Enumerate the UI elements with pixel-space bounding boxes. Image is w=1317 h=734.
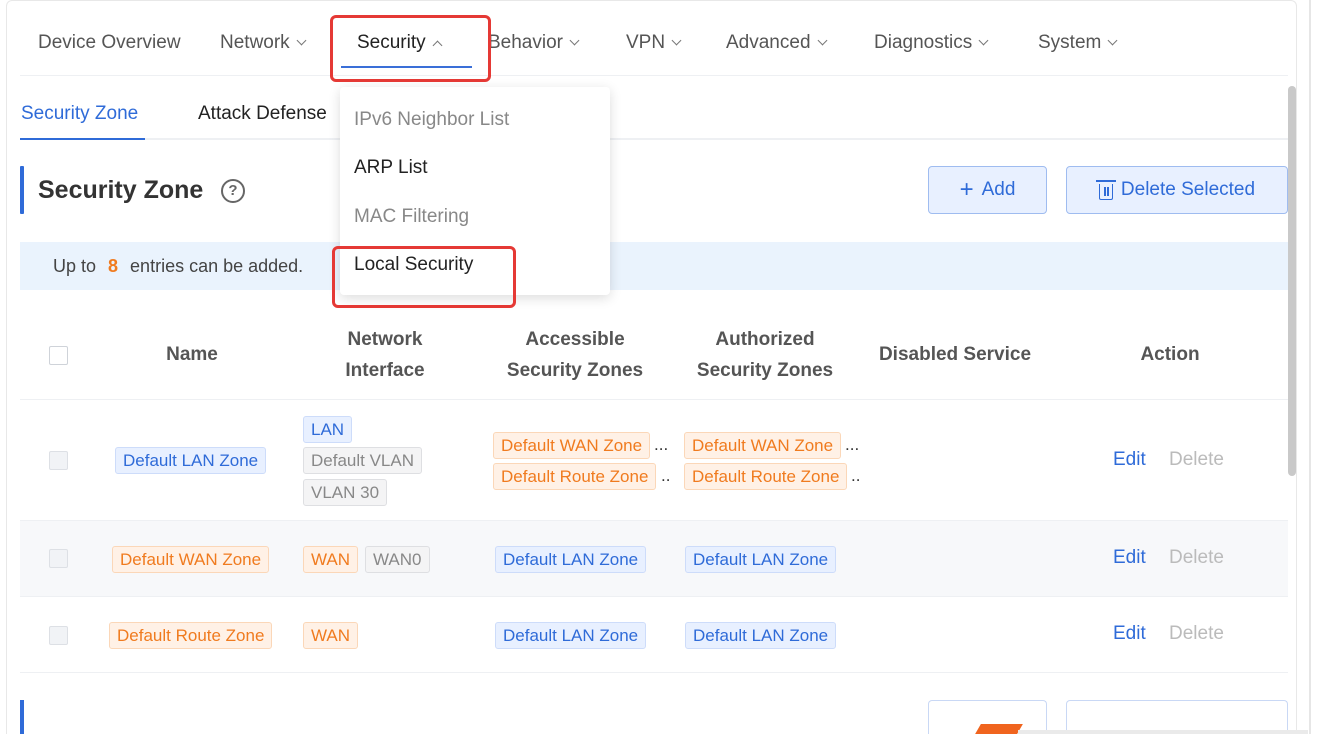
info-banner: Up to 8 entries can be added.: [20, 242, 1288, 290]
nav-label: VPN: [626, 32, 666, 53]
tab-active-indicator: [20, 138, 145, 140]
column-action: Action: [1140, 344, 1200, 365]
edit-link[interactable]: Edit: [1113, 449, 1146, 471]
trash-icon: [1095, 180, 1116, 200]
bottom-strip: [1018, 730, 1308, 734]
interface-tag: LAN: [303, 416, 353, 443]
tab-attack-defense[interactable]: Attack Defense: [198, 103, 327, 125]
delete-selected-label: Delete Selected: [1120, 179, 1256, 200]
interface-tag: WAN: [303, 622, 359, 649]
table-row: Default WAN Zone WAN WAN0 Default LAN Zo…: [20, 521, 1288, 597]
accessible-zone-tag: Default WAN Zone: [493, 432, 651, 459]
nav-vpn[interactable]: VPN: [626, 32, 682, 54]
interface-tag: VLAN 30: [303, 479, 388, 506]
interface-tag: WAN0: [365, 546, 430, 573]
column-disabled-service: Disabled Service: [878, 344, 1032, 365]
nav-system[interactable]: System: [1038, 32, 1118, 54]
nav-label: Behavior: [488, 32, 563, 53]
corner-decoration: [975, 724, 1023, 734]
row-checkbox[interactable]: [49, 451, 68, 470]
zone-name-tag: Default LAN Zone: [115, 447, 267, 474]
plus-icon: +: [959, 176, 974, 203]
row-checkbox[interactable]: [49, 549, 68, 568]
tab-security-zone[interactable]: Security Zone: [21, 103, 138, 125]
chevron-up-icon: [432, 40, 443, 50]
add-button-label: Add: [981, 179, 1016, 200]
next-section-accent-bar: [20, 700, 24, 734]
interface-tag: Default VLAN: [303, 447, 422, 474]
authorized-zone-tag: Default LAN Zone: [685, 622, 837, 649]
accessible-zone-tag: Default Route Zone: [493, 463, 657, 490]
chevron-down-icon: [296, 35, 307, 46]
nav-label: Diagnostics: [874, 32, 973, 53]
accessible-zone-tag: Default LAN Zone: [495, 622, 647, 649]
authorized-zone-tag: Default Route Zone: [684, 463, 848, 490]
banner-suffix: entries can be added.: [130, 255, 304, 276]
authorized-zone-tag: Default WAN Zone: [684, 432, 842, 459]
top-nav: Device Overview Network Security Behavio…: [20, 14, 1288, 76]
window-scrollbar[interactable]: [1309, 0, 1311, 734]
edit-link[interactable]: Edit: [1113, 623, 1146, 645]
menu-item-ipv6-neighbor-list[interactable]: IPv6 Neighbor List: [354, 109, 509, 131]
truncation-ellipsis: ..: [851, 466, 861, 485]
help-icon[interactable]: ?: [221, 179, 245, 203]
truncation-ellipsis: ..: [661, 466, 671, 485]
interface-tag: WAN: [303, 546, 359, 573]
select-all-checkbox[interactable]: [49, 346, 68, 365]
banner-count: 8: [108, 255, 119, 276]
security-dropdown-menu: IPv6 Neighbor List ARP List MAC Filterin…: [340, 87, 610, 295]
chevron-down-icon: [671, 35, 682, 46]
column-network-interface: Network Interface: [345, 329, 425, 381]
nav-diagnostics[interactable]: Diagnostics: [874, 32, 989, 54]
nav-device-overview[interactable]: Device Overview: [38, 32, 181, 54]
nav-network[interactable]: Network: [220, 32, 307, 54]
table-row: Default LAN Zone LAN Default VLAN VLAN 3…: [20, 400, 1288, 521]
section-accent-bar: [20, 166, 24, 214]
accessible-zone-tag: Default LAN Zone: [495, 546, 647, 573]
chevron-down-icon: [1107, 35, 1118, 46]
delete-link[interactable]: Delete: [1169, 547, 1224, 569]
zone-name-tag: Default Route Zone: [109, 622, 273, 649]
nav-label: Device Overview: [38, 32, 181, 53]
chevron-down-icon: [569, 35, 580, 46]
authorized-zone-tag: Default LAN Zone: [685, 546, 837, 573]
delete-selected-button[interactable]: Delete Selected: [1066, 166, 1288, 214]
banner-prefix: Up to: [53, 255, 97, 276]
column-authorized-zones: Authorized Security Zones: [696, 329, 834, 381]
add-button[interactable]: + Add: [928, 166, 1047, 214]
edit-link[interactable]: Edit: [1113, 547, 1146, 569]
truncation-ellipsis: ...: [654, 435, 669, 454]
nav-active-indicator: [341, 66, 472, 68]
table-row: Default Route Zone WAN Default LAN Zone …: [20, 597, 1288, 673]
menu-item-mac-filtering[interactable]: MAC Filtering: [354, 206, 469, 228]
chevron-down-icon: [978, 35, 989, 46]
nav-label: Advanced: [726, 32, 811, 53]
nav-label: Security: [357, 32, 426, 53]
nav-label: System: [1038, 32, 1102, 53]
delete-link[interactable]: Delete: [1169, 623, 1224, 645]
menu-item-arp-list[interactable]: ARP List: [354, 157, 428, 179]
page-title: Security Zone: [38, 176, 204, 204]
nav-behavior[interactable]: Behavior: [488, 32, 580, 54]
panel-scrollbar[interactable]: [1288, 86, 1296, 476]
row-checkbox[interactable]: [49, 626, 68, 645]
nav-label: Network: [220, 32, 290, 53]
chevron-down-icon: [817, 35, 827, 46]
truncation-ellipsis: ...: [845, 435, 860, 454]
sub-tabs: Security Zone Attack Defense: [20, 96, 1288, 140]
column-name: Name: [166, 344, 218, 365]
next-section-button[interactable]: [1066, 700, 1288, 734]
nav-advanced[interactable]: Advanced: [726, 32, 827, 54]
zone-name-tag: Default WAN Zone: [112, 546, 270, 573]
menu-item-local-security[interactable]: Local Security: [354, 254, 473, 276]
column-accessible-zones: Accessible Security Zones: [506, 329, 644, 381]
nav-security[interactable]: Security: [357, 32, 443, 54]
table-header: Name Network Interface Accessible Securi…: [20, 310, 1288, 400]
delete-link[interactable]: Delete: [1169, 449, 1224, 471]
